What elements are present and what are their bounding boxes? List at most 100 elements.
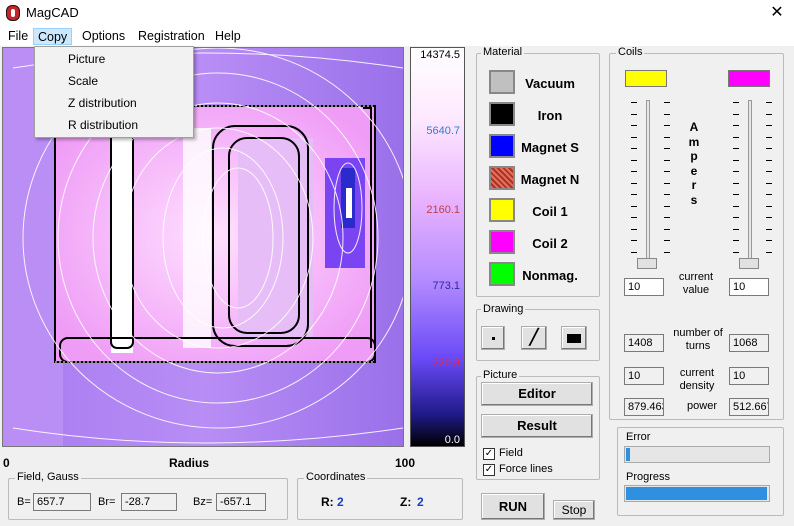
coil1-slider-track[interactable] (646, 100, 650, 262)
slider-tick (631, 240, 637, 241)
slider-tick (631, 205, 637, 207)
coil1-slider-thumb[interactable] (637, 258, 657, 269)
bz-value: -657.1 (216, 493, 266, 511)
point-icon (491, 337, 495, 340)
amperes-label: Ampers (688, 120, 700, 207)
material-label-4[interactable]: Coil 1 (510, 204, 590, 219)
copy-z-distribution-item[interactable]: Z distribution (68, 96, 137, 110)
slider-tick (766, 102, 772, 103)
slider-tick (733, 102, 739, 103)
scale-label-5: 220.3 (432, 357, 460, 369)
coil1-density-value: 10 (624, 367, 664, 385)
material-label-2[interactable]: Magnet S (510, 140, 590, 155)
material-label-3[interactable]: Magnet N (510, 172, 590, 187)
coil2-density-value: 10 (729, 367, 769, 385)
slider-tick (664, 251, 670, 253)
material-label-5[interactable]: Coil 2 (510, 236, 590, 251)
copy-menu-dropdown: Picture Scale Z distribution R distribut… (34, 46, 194, 138)
slider-tick (733, 240, 739, 241)
coil1-current-input[interactable]: 10 (624, 278, 664, 296)
slider-tick (733, 228, 739, 230)
slider-tick (733, 194, 739, 195)
copy-scale-item[interactable]: Scale (68, 74, 98, 88)
drawing-group-title: Drawing (481, 303, 526, 315)
br-value: -28.7 (121, 493, 177, 511)
axis-max-label: 100 (395, 456, 416, 470)
slider-tick (733, 171, 739, 172)
color-scale: 14374.5 5640.7 2160.1 773.1 220.3 0.0 (410, 47, 465, 447)
app-icon (6, 5, 20, 21)
amperes-letter: e (690, 163, 698, 178)
slider-tick (631, 102, 637, 103)
editor-button[interactable]: Editor (481, 382, 593, 406)
slider-tick (664, 136, 670, 138)
menu-help[interactable]: Help (211, 28, 245, 45)
coil1-turns-value: 1408 (624, 334, 664, 352)
close-icon[interactable]: ✕ (760, 0, 794, 26)
amperes-letter: r (691, 178, 697, 192)
material-group-title: Material (481, 46, 525, 58)
slider-tick (631, 148, 637, 149)
slider-tick (631, 182, 637, 184)
draw-point-button[interactable] (481, 326, 505, 350)
picture-group-title: Picture (481, 369, 520, 381)
draw-line-button[interactable]: ╱ (521, 326, 547, 350)
material-label-1[interactable]: Iron (510, 108, 590, 123)
slider-tick (631, 113, 637, 115)
draw-rectangle-button[interactable] (561, 326, 587, 350)
coordinates-group-title: Coordinates (304, 471, 368, 483)
coil2-color-swatch[interactable] (728, 70, 770, 87)
slider-tick (631, 136, 637, 138)
menu-registration[interactable]: Registration (134, 28, 209, 45)
slider-tick (631, 171, 637, 172)
slider-tick (631, 125, 637, 126)
slider-tick (766, 240, 772, 241)
b-label: B= (17, 496, 31, 508)
copy-picture-item[interactable]: Picture (68, 52, 105, 66)
slider-tick (664, 228, 670, 230)
slider-tick (664, 205, 670, 207)
field-checkbox[interactable]: ✓ (483, 448, 495, 460)
slider-tick (631, 228, 637, 230)
amperes-letter: s (690, 192, 698, 207)
menu-options[interactable]: Options (78, 28, 129, 45)
material-label-6[interactable]: Nonmag. (510, 268, 590, 283)
r-label: R: (321, 495, 334, 509)
coils-group-title: Coils (616, 46, 645, 58)
slider-tick (766, 148, 772, 149)
coil1-color-swatch[interactable] (625, 70, 667, 87)
power-label: power (687, 400, 717, 412)
amperes-letter: p (690, 149, 698, 163)
slider-tick (664, 194, 670, 195)
slider-tick (733, 148, 739, 149)
run-button[interactable]: RUN (481, 493, 545, 520)
error-bar-fill (626, 448, 631, 461)
force-lines-checkbox[interactable]: ✓ (483, 464, 495, 476)
menu-file[interactable]: File (4, 28, 32, 45)
coil2-current-input[interactable]: 10 (729, 278, 769, 296)
slider-tick (664, 171, 670, 172)
r-value: 2 (337, 495, 344, 509)
coil2-slider-track[interactable] (748, 100, 752, 262)
slider-tick (664, 217, 670, 218)
coil2-slider-thumb[interactable] (739, 258, 759, 269)
slider-tick (766, 159, 772, 161)
menu-copy[interactable]: Copy (33, 28, 73, 45)
slider-tick (766, 125, 772, 126)
coils-group (609, 53, 784, 420)
field-group-title: Field, Gauss (15, 471, 81, 483)
slider-tick (733, 217, 739, 218)
br-label: Br= (98, 496, 116, 508)
slider-tick (733, 251, 739, 253)
current-density-label: current density (679, 367, 715, 392)
slider-tick (766, 136, 772, 138)
stop-button[interactable]: Stop (553, 500, 595, 520)
slider-tick (733, 182, 739, 184)
error-label: Error (626, 431, 651, 443)
z-value: 2 (417, 495, 424, 509)
copy-r-distribution-item[interactable]: R distribution (68, 118, 138, 132)
line-icon: ╱ (529, 329, 539, 346)
result-button[interactable]: Result (481, 414, 593, 438)
slider-tick (664, 125, 670, 126)
material-label-0[interactable]: Vacuum (510, 76, 590, 91)
